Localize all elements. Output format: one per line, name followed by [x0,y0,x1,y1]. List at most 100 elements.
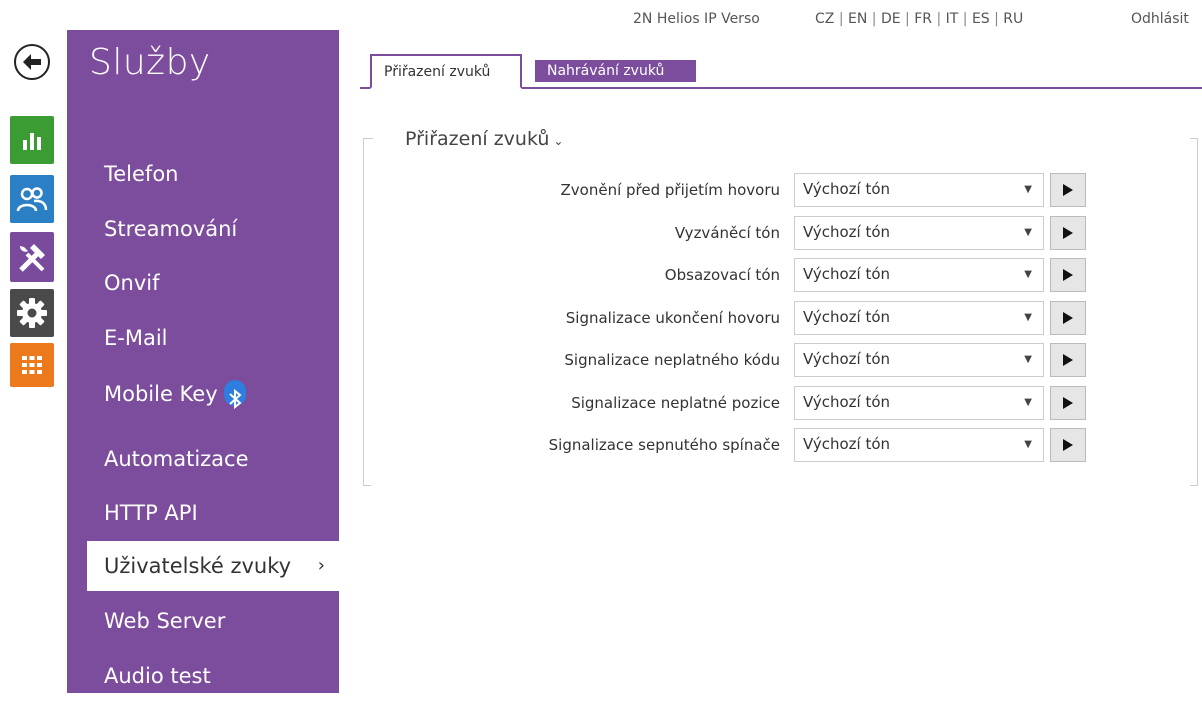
menu-item-label: Mobile Key [104,382,218,406]
tab-bar: Přiřazení zvuků Nahrávání zvuků [360,54,1202,90]
panel-border [1190,485,1198,486]
logout-link[interactable]: Odhlásit [1131,11,1189,27]
lang-ru[interactable]: RU [1003,11,1023,27]
sound-select[interactable]: Výchozí tón ▼ [794,343,1044,377]
menu-item-web-server[interactable]: Web Server [67,596,339,646]
lang-de[interactable]: DE [881,11,901,27]
play-icon [1063,397,1073,409]
dropdown-arrow-icon: ▼ [1024,312,1032,323]
menu-item-email[interactable]: E-Mail [67,313,339,363]
menu-item-label: Audio test [104,664,211,688]
menu-item-automatizace[interactable]: Automatizace [67,434,339,484]
sound-row: Signalizace ukončení hovoru Výchozí tón ▼ [363,301,1198,337]
sound-row-label: Signalizace ukončení hovoru [565,309,780,327]
dropdown-arrow-icon: ▼ [1024,269,1032,280]
services-menu: Služby Telefon Streamování Onvif E-Mail … [67,30,339,693]
bluetooth-icon [223,380,246,410]
sound-row-label: Vyzváněcí tón [674,224,780,242]
apps-grid-icon[interactable] [10,343,54,387]
tab-prirazeni-zvuku[interactable]: Přiřazení zvuků [370,54,522,89]
play-icon [1063,227,1073,239]
sound-row: Signalizace neplatné pozice Výchozí tón ▼ [363,386,1198,422]
sound-row: Signalizace neplatného kódu Výchozí tón ▼ [363,343,1198,379]
menu-item-label: HTTP API [104,501,198,525]
play-button[interactable] [1050,173,1086,207]
play-button[interactable] [1050,343,1086,377]
play-button[interactable] [1050,216,1086,250]
sound-select[interactable]: Výchozí tón ▼ [794,258,1044,292]
menu-item-telefon[interactable]: Telefon [67,149,339,199]
play-button[interactable] [1050,301,1086,335]
menu-item-label: E-Mail [104,326,168,350]
lang-it[interactable]: IT [946,11,959,27]
menu-item-audio-test[interactable]: Audio test [67,651,339,701]
sound-select-value: Výchozí tón [803,308,891,326]
sound-row-label: Signalizace sepnutého spínače [548,436,780,454]
sound-row: Signalizace sepnutého spínače Výchozí tó… [363,428,1198,464]
sound-select-value: Výchozí tón [803,180,891,198]
gear-icon[interactable] [10,289,54,337]
sound-select[interactable]: Výchozí tón ▼ [794,301,1044,335]
sound-select-value: Výchozí tón [803,223,891,241]
menu-item-onvif[interactable]: Onvif [67,258,339,308]
users-icon[interactable] [10,175,54,223]
play-icon [1063,312,1073,324]
play-icon [1063,269,1073,281]
menu-title: Služby [89,42,211,83]
menu-item-label: Uživatelské zvuky [104,554,292,578]
sound-select[interactable]: Výchozí tón ▼ [794,428,1044,462]
dropdown-arrow-icon: ▼ [1024,397,1032,408]
menu-item-label: Onvif [104,271,160,295]
sound-row: Obsazovací tón Výchozí tón ▼ [363,258,1198,294]
panel-border [363,485,371,486]
status-chart-icon[interactable] [10,116,54,164]
dropdown-arrow-icon: ▼ [1024,354,1032,365]
panel-title[interactable]: Přiřazení zvuků ⌄ [401,128,568,150]
play-button[interactable] [1050,386,1086,420]
menu-item-label: Automatizace [104,447,249,471]
sound-assignment-panel: Přiřazení zvuků ⌄ Zvonění před přijetím h… [363,128,1198,486]
icon-rail [0,0,67,693]
sound-row-label: Signalizace neplatné pozice [571,394,780,412]
sound-row-label: Signalizace neplatného kódu [564,351,780,369]
panel-border [363,138,373,139]
sound-select[interactable]: Výchozí tón ▼ [794,173,1044,207]
sound-select-value: Výchozí tón [803,435,891,453]
panel-title-text: Přiřazení zvuků [405,128,550,150]
menu-item-streamovani[interactable]: Streamování [67,204,339,254]
sound-select-value: Výchozí tón [803,350,891,368]
menu-item-label: Telefon [104,162,179,186]
menu-item-label: Web Server [104,609,226,633]
sound-select[interactable]: Výchozí tón ▼ [794,386,1044,420]
dropdown-arrow-icon: ▼ [1024,227,1032,238]
chevron-right-icon: › [317,555,325,576]
sound-row-label: Zvonění před přijetím hovoru [560,181,780,199]
panel-border [1190,138,1198,139]
sound-select[interactable]: Výchozí tón ▼ [794,216,1044,250]
menu-item-label: Streamování [104,217,238,241]
lang-cz[interactable]: CZ [815,11,834,27]
tools-icon[interactable] [10,232,54,282]
play-button[interactable] [1050,428,1086,462]
dropdown-arrow-icon: ▼ [1024,184,1032,195]
lang-en[interactable]: EN [848,11,867,27]
dropdown-arrow-icon: ▼ [1024,439,1032,450]
lang-fr[interactable]: FR [914,11,932,27]
language-switcher: CZ | EN | DE | FR | IT | ES | RU [815,11,1024,27]
lang-es[interactable]: ES [972,11,990,27]
tab-nahravani-zvuku[interactable]: Nahrávání zvuků [535,60,696,82]
play-icon [1063,354,1073,366]
sound-select-value: Výchozí tón [803,265,891,283]
menu-item-http-api[interactable]: HTTP API [67,488,339,538]
menu-item-mobile-key[interactable]: Mobile Key [67,369,339,419]
sound-row: Vyzváněcí tón Výchozí tón ▼ [363,216,1198,252]
play-icon [1063,184,1073,196]
menu-item-uzivatelske-zvuky[interactable]: Uživatelské zvuky › [87,541,339,591]
sound-row: Zvonění před přijetím hovoru Výchozí tón… [363,173,1198,209]
play-button[interactable] [1050,258,1086,292]
play-icon [1063,439,1073,451]
chevron-down-icon: ⌄ [553,134,564,148]
back-arrow-icon[interactable] [14,44,50,80]
sound-select-value: Výchozí tón [803,393,891,411]
device-name: 2N Helios IP Verso [633,11,760,27]
